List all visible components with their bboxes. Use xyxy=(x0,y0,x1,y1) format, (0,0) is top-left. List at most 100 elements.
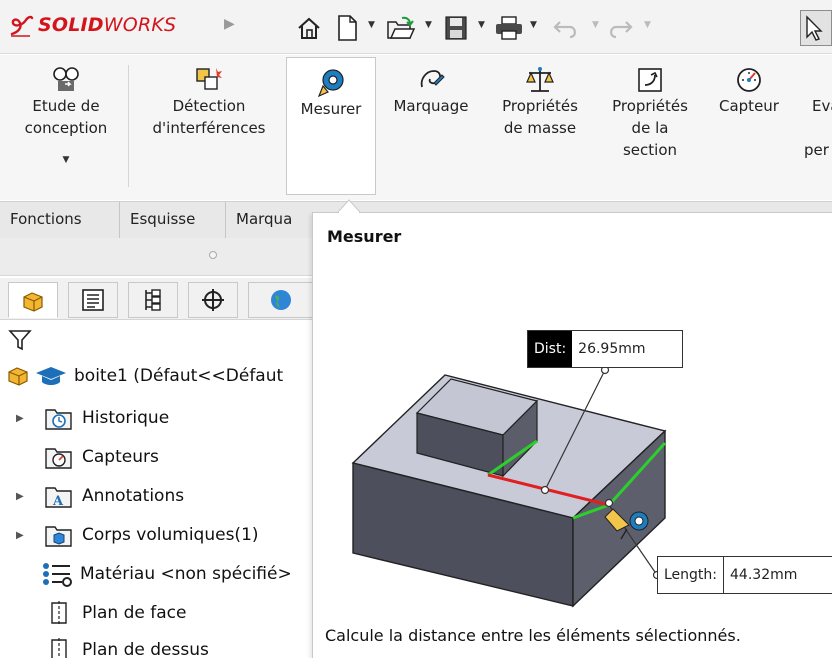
redo-dropdown-icon[interactable]: ▼ xyxy=(644,20,651,30)
plane-icon xyxy=(51,601,67,625)
interference-detection-icon xyxy=(196,68,222,90)
interference-detection-button[interactable]: Détection d'interférences xyxy=(138,55,280,195)
measure-label: Mesurer xyxy=(300,100,362,118)
length-label: Length: 44.32mm xyxy=(657,556,832,594)
splitter-handle-icon[interactable] xyxy=(209,251,217,259)
annotations-icon: A xyxy=(45,487,72,509)
redo-icon xyxy=(610,21,633,39)
markup-icon xyxy=(420,70,445,88)
sensors-icon xyxy=(45,448,72,469)
menu-expand-arrow-icon[interactable]: ▶ xyxy=(224,16,235,32)
sensor-button[interactable]: Capteur xyxy=(706,55,792,195)
select-pointer-icon xyxy=(806,15,823,41)
command-manager-ribbon: Etude de conception ▼ Détection d'interf… xyxy=(0,55,832,200)
undo-icon xyxy=(553,21,576,39)
feature-manager-panel: boite1 (Défaut<<Défaut ▶ Historique Capt… xyxy=(0,238,312,658)
solid-bodies-icon xyxy=(45,526,72,547)
print-button[interactable] xyxy=(494,12,524,44)
undo-dropdown-icon[interactable]: ▼ xyxy=(592,20,599,30)
length-value: 44.32mm xyxy=(730,567,798,583)
measure-tape-icon xyxy=(317,69,344,98)
material-icon xyxy=(43,563,72,587)
length-key: Length: xyxy=(658,557,725,593)
expand-arrow-icon[interactable]: ▶ xyxy=(16,413,24,424)
section-properties-label: Propriétés de la section xyxy=(612,97,688,159)
select-button[interactable] xyxy=(800,10,832,46)
tree-item-label: Corps volumiques(1) xyxy=(82,525,259,545)
tree-item-top-plane[interactable]: Plan de dessus xyxy=(46,632,209,658)
section-properties-icon xyxy=(638,68,662,92)
tree-item-label: Matériau <non spécifié> xyxy=(80,564,292,584)
print-dropdown-icon[interactable]: ▼ xyxy=(530,20,537,30)
open-folder-icon xyxy=(387,16,416,39)
tree-item-label: Plan de dessus xyxy=(82,640,209,658)
display-manager-icon xyxy=(270,290,291,310)
save-dropdown-icon[interactable]: ▼ xyxy=(478,20,485,30)
tree-item-front-plane[interactable]: Plan de face xyxy=(46,595,186,631)
markup-label: Marquage xyxy=(393,97,469,115)
mass-properties-button[interactable]: Propriétés de masse xyxy=(488,55,592,195)
plane-icon xyxy=(51,638,67,658)
distance-value: 26.95mm xyxy=(578,341,646,357)
tree-item-material[interactable]: Matériau <non spécifié> xyxy=(40,556,292,592)
solidworks-logo[interactable]: SOLIDWORKS xyxy=(8,12,176,38)
sensor-label: Capteur xyxy=(719,97,779,115)
tab-feature-tree[interactable] xyxy=(8,282,58,318)
expand-arrow-icon[interactable]: ▶ xyxy=(16,530,24,541)
markup-button[interactable]: Marquage xyxy=(382,55,480,195)
tree-item-history[interactable]: Historique xyxy=(44,400,169,436)
save-button[interactable] xyxy=(444,12,468,44)
tab-property-manager[interactable] xyxy=(68,282,118,318)
design-study-dropdown-icon[interactable]: ▼ xyxy=(63,149,70,171)
design-study-button[interactable]: Etude de conception ▼ xyxy=(14,55,118,195)
tooltip-description: Calcule la distance entre les éléments s… xyxy=(325,626,741,645)
panel-splitter[interactable] xyxy=(0,238,312,276)
tab-sketch[interactable]: Esquisse xyxy=(120,202,226,238)
redo-button[interactable] xyxy=(606,12,634,44)
balance-scale-icon xyxy=(526,67,554,92)
evaluate-label-line3: per xyxy=(804,141,829,159)
expand-arrow-icon[interactable]: ▶ xyxy=(16,491,24,502)
tree-item-label: Plan de face xyxy=(82,603,187,623)
undo-button[interactable] xyxy=(552,12,580,44)
measure-button[interactable]: Mesurer xyxy=(286,57,376,195)
title-bar: SOLIDWORKS ▶ ▼ ▼ ▼ ▼ ▼ ▼ xyxy=(0,0,832,54)
tree-root[interactable]: boite1 (Défaut<<Défaut xyxy=(6,358,283,394)
distance-label: Dist: 26.95mm xyxy=(527,330,683,368)
dimxpert-icon xyxy=(202,289,224,311)
tab-features[interactable]: Fonctions xyxy=(0,202,120,238)
interference-detection-label: Détection d'interférences xyxy=(152,97,266,137)
tree-item-label: Annotations xyxy=(82,486,185,506)
graduation-cap-icon xyxy=(36,367,66,385)
filter-row xyxy=(0,322,312,356)
tree-item-label: Historique xyxy=(82,408,170,428)
tooltip-pointer xyxy=(338,199,360,213)
tab-markup[interactable]: Marqua xyxy=(226,202,326,238)
property-manager-icon xyxy=(82,289,104,311)
svg-text:A: A xyxy=(52,494,64,509)
tab-dimxpert[interactable] xyxy=(188,282,238,318)
save-icon xyxy=(445,16,467,40)
filter-funnel-icon[interactable] xyxy=(8,328,32,352)
tree-item-sensors[interactable]: Capteurs xyxy=(44,439,159,475)
tab-configuration-manager[interactable] xyxy=(128,282,178,318)
tree-item-label: Capteurs xyxy=(82,447,159,467)
open-dropdown-icon[interactable]: ▼ xyxy=(425,20,432,30)
distance-key: Dist: xyxy=(528,331,573,367)
feature-tree-icon xyxy=(23,292,43,312)
panel-tabs xyxy=(0,278,312,320)
evaluate-button[interactable]: Eva per xyxy=(804,55,832,195)
design-study-label: Etude de conception xyxy=(24,97,108,137)
new-dropdown-icon[interactable]: ▼ xyxy=(368,20,375,30)
mass-properties-label: Propriétés de masse xyxy=(502,97,578,137)
logo-prefix: SOLID xyxy=(38,14,104,36)
tree-item-solid-bodies[interactable]: Corps volumiques(1) xyxy=(44,517,259,553)
new-document-button[interactable] xyxy=(336,12,358,44)
section-properties-button[interactable]: Propriétés de la section xyxy=(598,55,702,195)
open-button[interactable] xyxy=(386,12,416,44)
tree-root-label: boite1 (Défaut<<Défaut xyxy=(74,366,284,386)
tab-display-manager[interactable] xyxy=(248,282,312,318)
home-button[interactable] xyxy=(296,12,322,44)
ds-logo-icon xyxy=(10,15,34,37)
tree-item-annotations[interactable]: A Annotations xyxy=(44,478,184,514)
